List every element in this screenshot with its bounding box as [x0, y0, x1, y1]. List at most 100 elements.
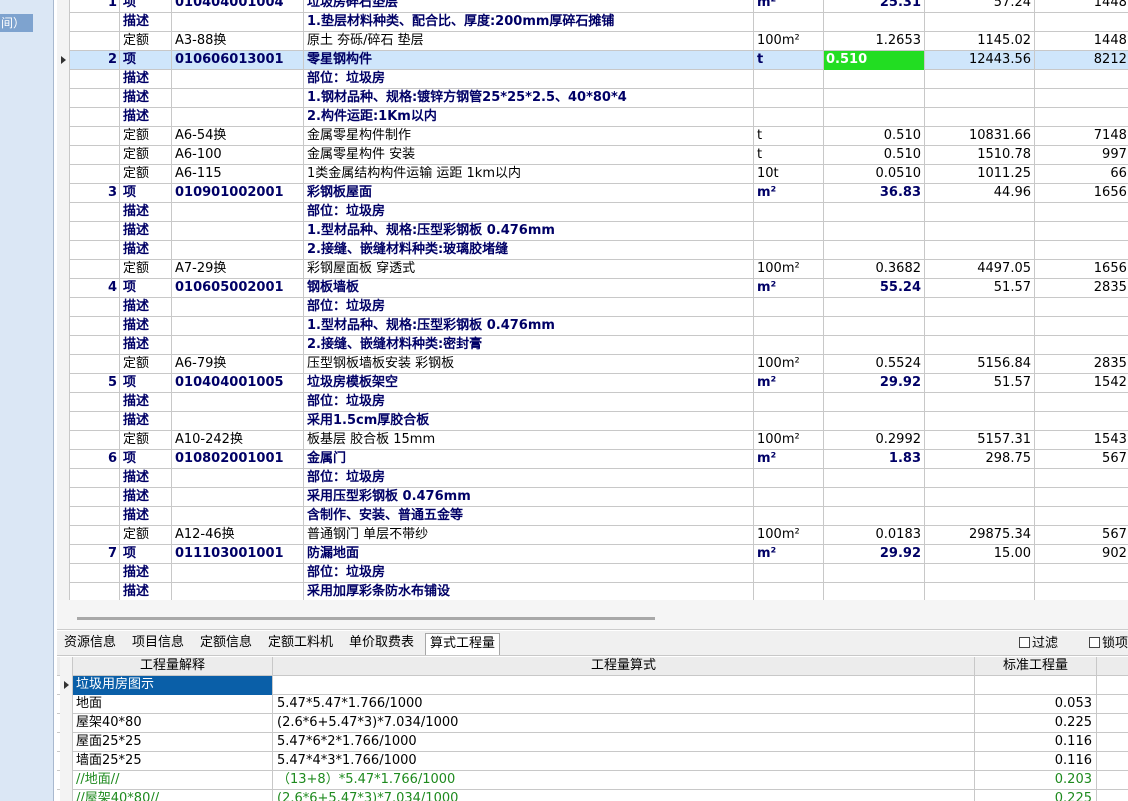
- item-total[interactable]: [1035, 336, 1128, 355]
- header-standard-quantity[interactable]: 标准工程量: [975, 657, 1097, 676]
- item-unit[interactable]: 100m²: [754, 355, 824, 374]
- item-code[interactable]: 010605002001: [172, 279, 304, 298]
- item-total[interactable]: [1035, 108, 1128, 127]
- row-number[interactable]: [70, 469, 120, 488]
- standard-quantity[interactable]: 0.225: [975, 790, 1097, 801]
- row-type[interactable]: 定额: [120, 127, 172, 146]
- row-type[interactable]: 定额: [120, 32, 172, 51]
- item-quantity[interactable]: [824, 583, 925, 600]
- row-indicator[interactable]: [57, 583, 70, 600]
- row-indicator[interactable]: [57, 526, 70, 545]
- item-code[interactable]: A6-54换: [172, 127, 304, 146]
- row-type[interactable]: 描述: [120, 336, 172, 355]
- row-type[interactable]: 描述: [120, 298, 172, 317]
- item-code[interactable]: [172, 336, 304, 355]
- row-indicator[interactable]: [57, 165, 70, 184]
- row-type[interactable]: 描述: [120, 317, 172, 336]
- table-row[interactable]: 描述 含制作、安装、普通五金等: [57, 507, 1128, 526]
- row-number[interactable]: [70, 241, 120, 260]
- item-unit[interactable]: [754, 393, 824, 412]
- standard-quantity[interactable]: 0.116: [975, 733, 1097, 752]
- item-name[interactable]: 1.型材品种、规格:压型彩钢板 0.476mm: [304, 317, 754, 336]
- item-code[interactable]: [172, 241, 304, 260]
- left-nav-tab[interactable]: 间）: [0, 14, 33, 32]
- row-number[interactable]: [70, 507, 120, 526]
- item-unit[interactable]: 100m²: [754, 526, 824, 545]
- item-unit-price[interactable]: [925, 298, 1035, 317]
- row-indicator[interactable]: [57, 279, 70, 298]
- row-type[interactable]: 描述: [120, 583, 172, 600]
- row-type[interactable]: 描述: [120, 203, 172, 222]
- item-name[interactable]: 部位：垃圾房: [304, 203, 754, 222]
- item-name[interactable]: 含制作、安装、普通五金等: [304, 507, 754, 526]
- item-unit[interactable]: [754, 317, 824, 336]
- row-number[interactable]: 1: [70, 0, 120, 13]
- row-number[interactable]: [70, 222, 120, 241]
- item-unit-price[interactable]: 4497.05: [925, 260, 1035, 279]
- item-total[interactable]: 1656.: [1035, 260, 1128, 279]
- row-number[interactable]: 3: [70, 184, 120, 203]
- item-unit-price[interactable]: 44.96: [925, 184, 1035, 203]
- item-unit[interactable]: [754, 298, 824, 317]
- header-formula[interactable]: 工程量算式: [273, 657, 975, 676]
- formula-quantity-grid[interactable]: 工程量解释 工程量算式 标准工程量 垃圾用房图示 地面 5.47*5.47*1.76…: [57, 657, 1128, 801]
- item-code[interactable]: 010404001005: [172, 374, 304, 393]
- row-number[interactable]: [70, 412, 120, 431]
- item-total[interactable]: [1035, 488, 1128, 507]
- row-type[interactable]: 描述: [120, 412, 172, 431]
- item-total[interactable]: [1035, 393, 1128, 412]
- item-unit-price[interactable]: [925, 564, 1035, 583]
- item-code[interactable]: A10-242换: [172, 431, 304, 450]
- tab-resource-info[interactable]: 资源信息: [64, 633, 116, 655]
- item-unit-price[interactable]: [925, 70, 1035, 89]
- item-total[interactable]: [1035, 469, 1128, 488]
- item-unit-price[interactable]: [925, 203, 1035, 222]
- formula-row[interactable]: 地面 5.47*5.47*1.766/1000 0.053: [57, 695, 1128, 714]
- item-quantity[interactable]: 29.92: [824, 545, 925, 564]
- table-row[interactable]: 描述 采用压型彩钢板 0.476mm: [57, 488, 1128, 507]
- table-row[interactable]: 描述 2.构件运距:1Km以内: [57, 108, 1128, 127]
- formula-row[interactable]: 屋面25*25 5.47*6*2*1.766/1000 0.116: [57, 733, 1128, 752]
- table-row[interactable]: 描述 采用加厚彩条防水布铺设: [57, 583, 1128, 600]
- item-name[interactable]: 部位：垃圾房: [304, 393, 754, 412]
- item-name[interactable]: 防漏地面: [304, 545, 754, 564]
- item-name[interactable]: 部位：垃圾房: [304, 564, 754, 583]
- item-quantity[interactable]: 0.5524: [824, 355, 925, 374]
- item-quantity[interactable]: 36.83: [824, 184, 925, 203]
- item-unit-price[interactable]: 1145.02: [925, 32, 1035, 51]
- item-unit[interactable]: m²: [754, 0, 824, 13]
- item-quantity[interactable]: 0.0510: [824, 165, 925, 184]
- item-name[interactable]: 2.构件运距:1Km以内: [304, 108, 754, 127]
- item-total[interactable]: 66.: [1035, 165, 1128, 184]
- item-unit-price[interactable]: 57.24: [925, 0, 1035, 13]
- tab-quota-materials[interactable]: 定额工料机: [268, 633, 333, 655]
- quantity-explanation[interactable]: //屋架40*80//: [73, 790, 273, 801]
- table-row[interactable]: 定额A6-100金属零星构件 安装t0.5101510.78997.: [57, 146, 1128, 165]
- table-row[interactable]: 2 项 010606013001 零星钢构件 t 0.510 12443.56 8212.: [57, 51, 1128, 70]
- quantity-explanation[interactable]: 屋架40*80: [73, 714, 273, 733]
- table-row[interactable]: 描述 部位：垃圾房: [57, 393, 1128, 412]
- item-unit[interactable]: m²: [754, 374, 824, 393]
- item-unit-price[interactable]: [925, 469, 1035, 488]
- item-quantity[interactable]: 0.510: [824, 127, 925, 146]
- item-name[interactable]: 金属零星构件制作: [304, 127, 754, 146]
- row-number[interactable]: [70, 298, 120, 317]
- row-indicator[interactable]: [60, 790, 73, 801]
- table-row[interactable]: 定额 A12-46换 普通钢门 单层不带纱 100m² 0.0183 29875.34 56…: [57, 526, 1128, 545]
- item-total[interactable]: 8212.: [1035, 51, 1128, 70]
- quantity-explanation[interactable]: //地面//: [73, 771, 273, 790]
- table-row[interactable]: 定额 A6-79换 压型钢板墙板安装 彩钢板 100m² 0.5524 5156.84 28…: [57, 355, 1128, 374]
- item-total[interactable]: [1035, 222, 1128, 241]
- item-quantity[interactable]: [824, 469, 925, 488]
- item-name[interactable]: 部位：垃圾房: [304, 298, 754, 317]
- item-quantity[interactable]: [824, 108, 925, 127]
- quantity-explanation[interactable]: 垃圾用房图示: [73, 676, 273, 695]
- item-quantity[interactable]: [824, 507, 925, 526]
- item-unit-price[interactable]: 5156.84: [925, 355, 1035, 374]
- item-quantity[interactable]: [824, 70, 925, 89]
- item-total[interactable]: 902.: [1035, 545, 1128, 564]
- item-name[interactable]: 采用压型彩钢板 0.476mm: [304, 488, 754, 507]
- quantity-formula[interactable]: 5.47*5.47*1.766/1000: [273, 695, 975, 714]
- row-number[interactable]: [70, 108, 120, 127]
- filter-checkbox[interactable]: 过滤: [1019, 634, 1058, 654]
